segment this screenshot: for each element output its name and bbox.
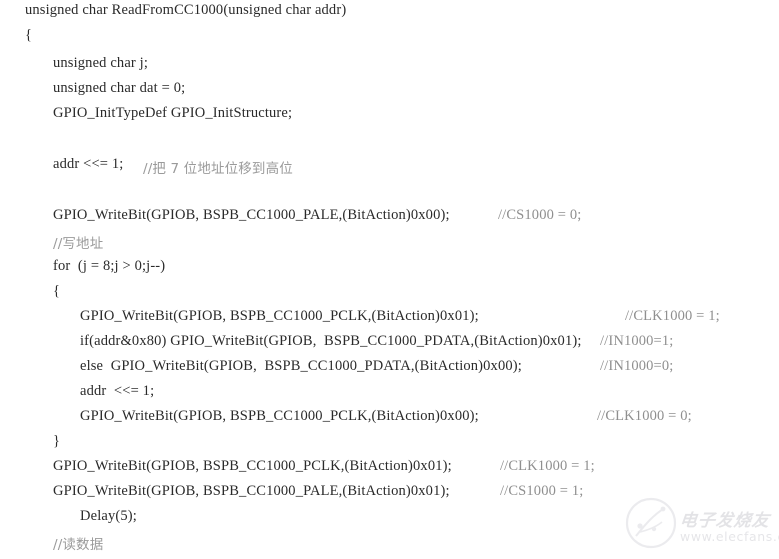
code-line-15: } [53,433,61,449]
comment-clk1000-low-loop: //CLK1000 = 0; [597,408,692,424]
comment-read-data: //读数据 [53,537,104,553]
code-line-6: addr <<= 1; [53,156,124,172]
code-line-11: if(addr&0x80) GPIO_WriteBit(GPIOB, BSPB_… [80,333,582,349]
code-screenshot-page: unsigned char ReadFromCC1000(unsigned ch… [0,0,779,559]
code-line-8: for (j = 8;j > 0;j--) [53,258,166,274]
watermark: 电子发烧友 www.elecfans.com [624,492,779,556]
comment-cs1000-low: //CS1000 = 0; [498,207,582,223]
code-line-7: GPIO_WriteBit(GPIOB, BSPB_CC1000_PALE,(B… [53,207,450,223]
comment-in1000-low: //IN1000=0; [600,358,674,374]
code-line-5: GPIO_InitTypeDef GPIO_InitStructure; [53,105,293,121]
code-line-1: unsigned char ReadFromCC1000(unsigned ch… [25,2,347,18]
code-line-3: unsigned char j; [53,55,149,71]
code-line-14: GPIO_WriteBit(GPIOB, BSPB_CC1000_PCLK,(B… [80,408,479,424]
comment-clk1000-high-loop: //CLK1000 = 1; [625,308,720,324]
code-listing: unsigned char ReadFromCC1000(unsigned ch… [0,0,779,559]
code-line-18: Delay(5); [80,508,137,524]
code-line-4: unsigned char dat = 0; [53,80,186,96]
code-line-12: else GPIO_WriteBit(GPIOB, BSPB_CC1000_PD… [80,358,522,374]
code-line-10: GPIO_WriteBit(GPIOB, BSPB_CC1000_PCLK,(B… [80,308,479,324]
watermark-brand: 电子发烧友 [678,511,771,531]
comment-shift-address: //把 7 位地址位移到高位 [143,161,293,177]
code-line-16: GPIO_WriteBit(GPIOB, BSPB_CC1000_PCLK,(B… [53,458,452,474]
comment-in1000-high: //IN1000=1; [600,333,674,349]
code-line-9: { [53,283,61,299]
comment-cs1000-high: //CS1000 = 1; [500,483,584,499]
comment-clk1000-high-end: //CLK1000 = 1; [500,458,595,474]
code-line-17: GPIO_WriteBit(GPIOB, BSPB_CC1000_PALE,(B… [53,483,450,499]
code-line-13: addr <<= 1; [80,383,155,399]
comment-write-address: //写地址 [53,236,104,252]
elecfans-logo-icon [625,497,677,549]
code-line-2: { [25,27,33,43]
watermark-url: www.elecfans.com [680,529,779,544]
